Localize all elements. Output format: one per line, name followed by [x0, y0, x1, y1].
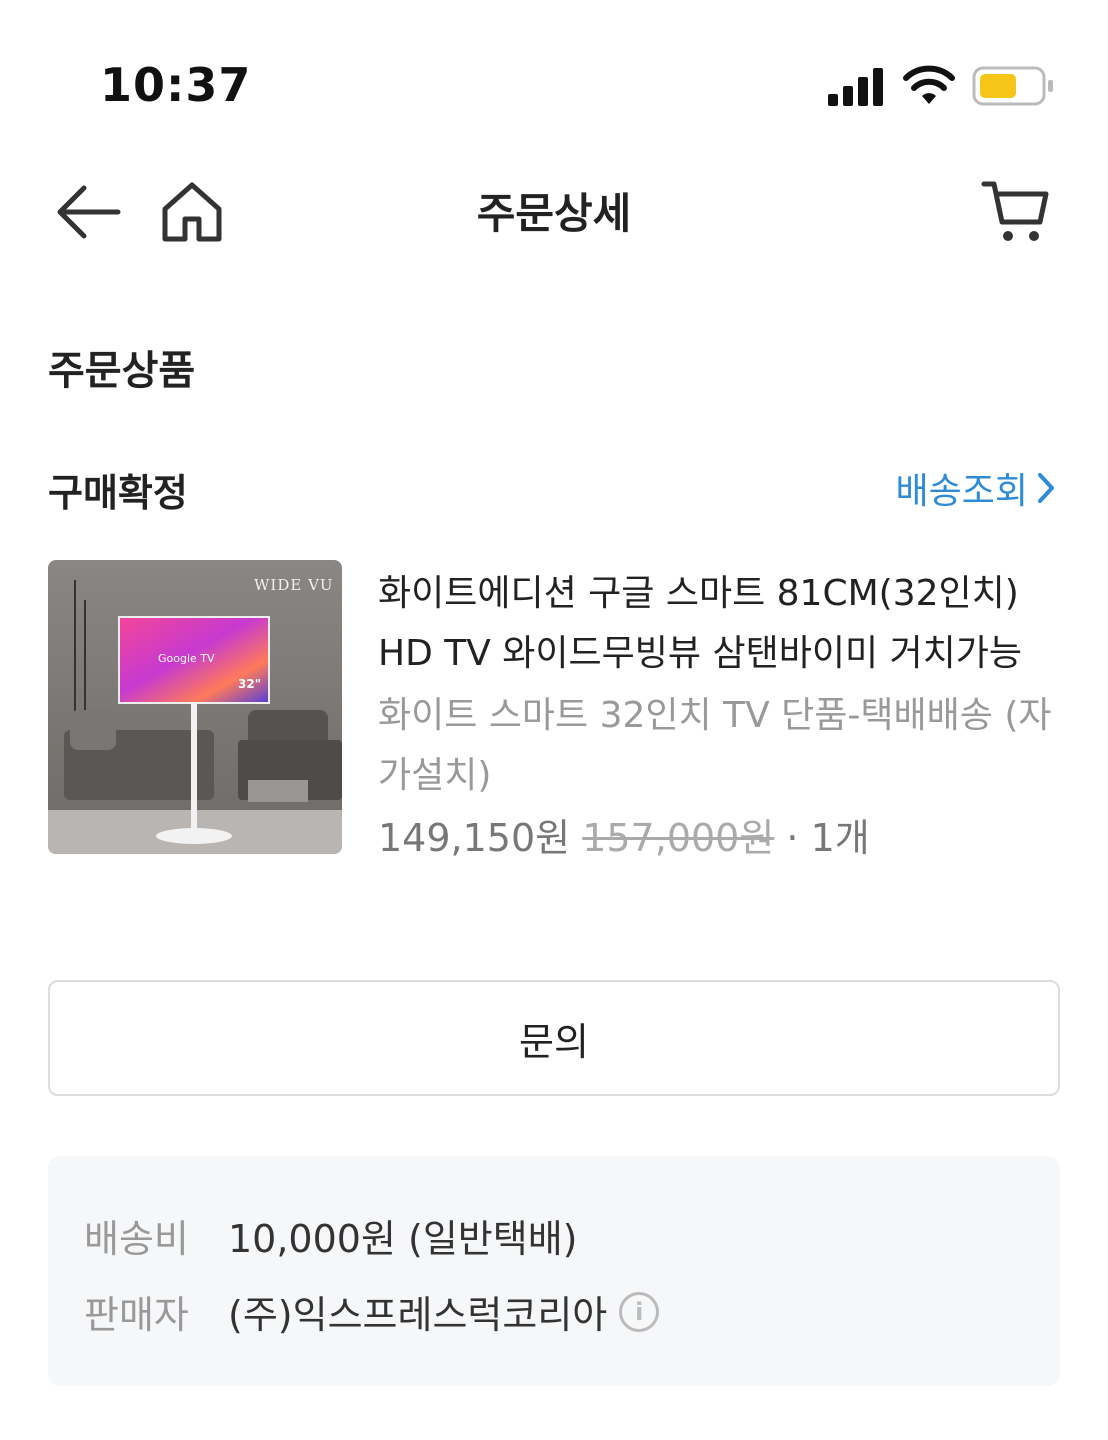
product-image — [48, 560, 342, 854]
cellular-signal-icon — [828, 68, 883, 106]
cart-icon — [981, 181, 1049, 241]
track-delivery-label: 배송조회 — [895, 471, 1028, 512]
order-status: 구매확정 — [48, 471, 188, 515]
battery-icon — [972, 66, 1053, 106]
section-title: 주문상품 — [48, 348, 196, 394]
original-price: 157,000원 — [582, 816, 775, 860]
inquiry-button[interactable]: 문의 — [48, 980, 1060, 1096]
shipping-fee-value: 10,000원 (일반택배) — [228, 1217, 578, 1261]
track-delivery-link[interactable]: 배송조회 — [896, 462, 1056, 514]
image-brand-text: WIDE VU — [254, 576, 334, 594]
product-name[interactable]: 화이트에디션 구글 스마트 81CM(32인치) HD TV 와이드무빙뷰 삼탠… — [378, 564, 1068, 684]
shipping-fee-row: 배송비 10,000원 (일반택배) — [84, 1208, 578, 1263]
wifi-icon — [903, 65, 955, 104]
sale-price: 149,150원 — [378, 816, 571, 860]
shipping-fee-label: 배송비 — [84, 1217, 189, 1261]
cart-button[interactable] — [980, 176, 1052, 248]
shipping-info-box: 배송비 10,000원 (일반택배) 판매자 (주)익스프레스럭코리아 i — [48, 1156, 1060, 1386]
info-icon[interactable]: i — [619, 1291, 660, 1332]
page-title: 주문상세 — [476, 189, 632, 238]
seller-row: 판매자 (주)익스프레스럭코리아 i — [84, 1284, 660, 1339]
image-google-badge: Google TV — [158, 652, 215, 665]
product-price-row: 149,150원 157,000원 · 1개 — [378, 812, 870, 864]
quantity: · 1개 — [786, 816, 870, 860]
seller-label: 판매자 — [84, 1293, 189, 1337]
status-time: 10:37 — [100, 58, 252, 112]
chevron-right-icon — [1038, 473, 1054, 503]
product-option: 화이트 스마트 32인치 TV 단품-택배배송 (자가설치) — [378, 695, 1052, 796]
image-size-badge: 32" — [238, 677, 261, 691]
product-thumbnail[interactable]: WIDE VU Google TV 32" — [48, 560, 342, 854]
seller-value: (주)익스프레스럭코리아 — [228, 1293, 608, 1337]
